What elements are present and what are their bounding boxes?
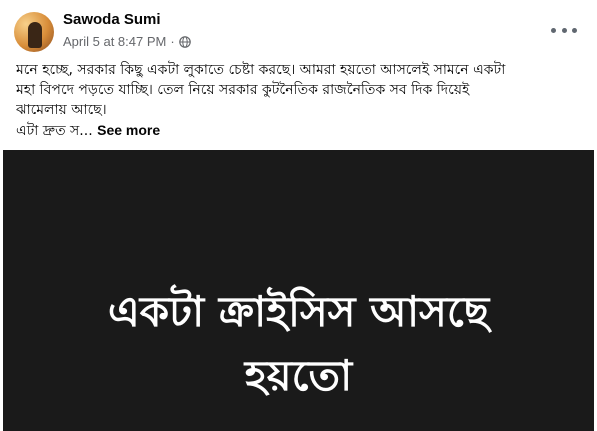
image-text: একটা ক্রাইসিস আসছে হয়তো [3,280,594,408]
more-dot [572,27,577,33]
meta-separator: · [170,34,175,49]
caption-line: ঝামেলায় আছে। [16,102,107,118]
more-options-icon[interactable] [551,20,577,40]
image-text-line2: হয়তো [244,351,353,400]
globe-icon[interactable] [178,35,191,48]
post-card: Sawoda Sumi April 5 at 8:47 PM · মনে হচ্… [0,0,597,431]
post-date[interactable]: April 5 at 8:47 PM [63,34,166,49]
avatar[interactable] [14,12,54,52]
image-text-line1: একটা ক্রাইসিস আসছে [107,287,490,336]
post-caption: মনে হচ্ছে, সরকার কিছু একটা লুকাতে চেষ্টা… [16,60,586,141]
caption-last-line: এটা দ্রুত স... See more [16,120,586,141]
see-more-link[interactable]: See more [97,122,160,138]
post-meta: April 5 at 8:47 PM · [63,34,191,49]
more-dot [561,27,567,33]
caption-line: মহা বিপদে পড়তে যাচ্ছি। তেল নিয়ে সরকার … [16,82,470,98]
author-name[interactable]: Sawoda Sumi [63,11,161,28]
caption-truncated: এটা দ্রুত স... [16,123,93,139]
more-dot [551,27,556,33]
post-image[interactable]: একটা ক্রাইসিস আসছে হয়তো [3,150,594,431]
avatar-figure [28,22,42,48]
post-header: Sawoda Sumi April 5 at 8:47 PM · [0,0,597,58]
caption-line: মনে হচ্ছে, সরকার কিছু একটা লুকাতে চেষ্টা… [16,62,506,78]
